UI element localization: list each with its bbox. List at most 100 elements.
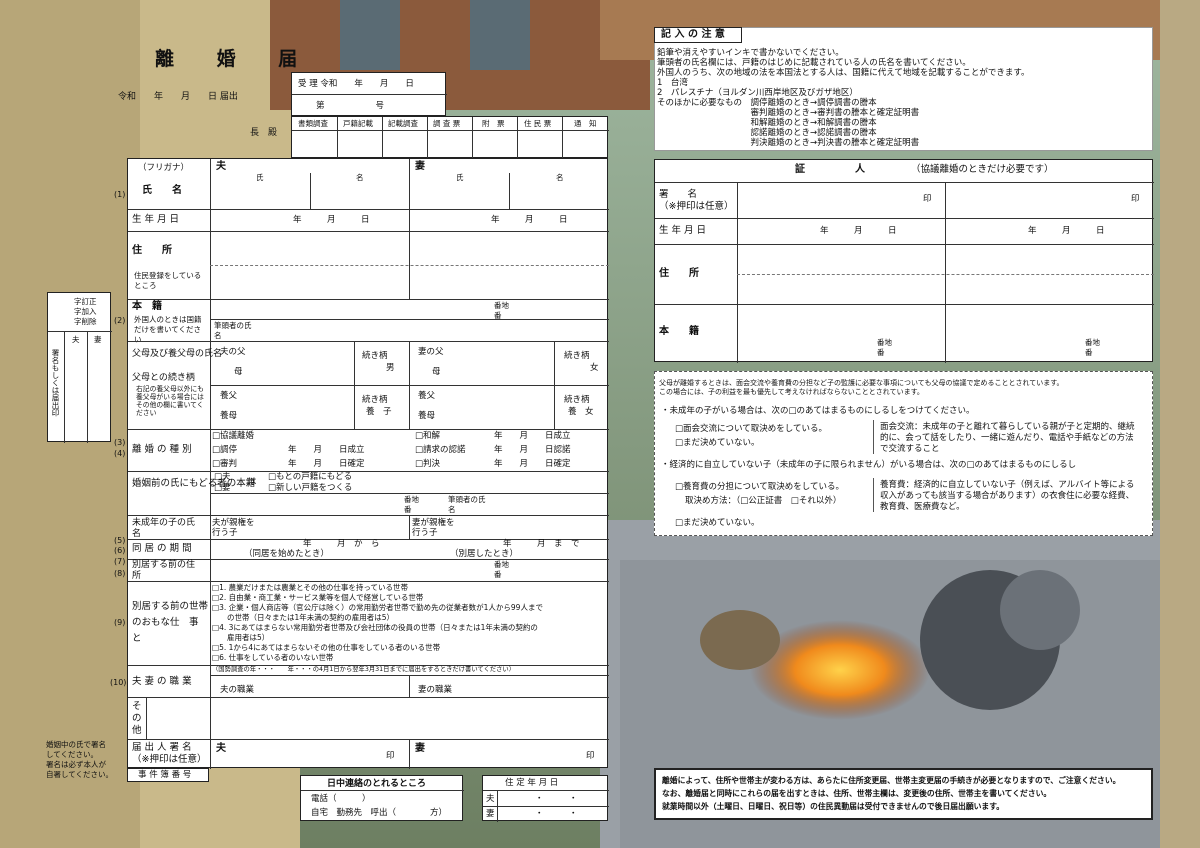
residence-wife: 妻 [486, 809, 495, 819]
type-kyogi[interactable]: □協議離婚 [212, 431, 254, 441]
type-shinpan[interactable]: □審判 [212, 459, 237, 469]
cohab-from: 年 月 か ら [303, 539, 380, 549]
household-6[interactable]: □6. 仕事をしている者のいない世帯 [212, 653, 333, 663]
wife-adopt-mother: 養母 [418, 411, 436, 421]
custody-q2-method[interactable]: 取決め方法：（□公正証書 □それ以外） [685, 496, 841, 506]
addressee: 長 殿 [250, 128, 278, 138]
restore-ban: 番 [404, 505, 412, 514]
custody-box: 父母が離婚するときは、面会交流や養育費の分担など子の監護に必要な事項についても父… [654, 371, 1153, 536]
note-3: 外国人のうち、次の地域の法を本国法とする人は、国籍に代えて地域を記載することがで… [657, 68, 1030, 78]
custody-q1-b[interactable]: □まだ決めていない。 [675, 438, 760, 448]
label-furigana: （フリガナ） [138, 163, 190, 173]
footer-note-2: してください。 [46, 750, 99, 759]
bottom-notice-1: 離婚によって、住所や世帯主が変わる方は、あらたに住所変更届、世帯主変更届の手続き… [662, 776, 1121, 785]
contact-box: 日中連絡のとれるところ 電話（ ） 自宅 勤務先 呼出（ 方） [300, 775, 464, 821]
gutter-10: (10) [110, 678, 127, 687]
custody-q1-a[interactable]: □面会交流について取決めをしている。 [675, 424, 827, 434]
wife-given: 名 [556, 173, 564, 182]
address-note: 住民登録をしているところ [134, 271, 202, 290]
household-3b: の世帯（日々または1年未満の契約の雇用者は5） [212, 613, 395, 622]
reception-date: 受 理 令和 年 月 日 [298, 79, 414, 89]
custody-q1-note-3: で交流すること [880, 444, 940, 454]
household-5[interactable]: □5. 1から4にあてはまらないその他の仕事をしている者のいる世帯 [212, 643, 440, 653]
gutter-4: (4) [114, 449, 126, 458]
occ-husband: 夫の職業 [220, 685, 255, 695]
reception-box: 受 理 令和 年 月 日 第 号 [291, 72, 447, 116]
signature-wife: 妻 [415, 743, 425, 754]
contact-where[interactable]: 自宅 勤務先 呼出（ 方） [311, 808, 447, 818]
restore-original[interactable]: □もとの戸籍にもどる [268, 472, 352, 482]
restore-head-name: 筆頭者の氏名 [448, 495, 486, 514]
restore-new[interactable]: □新しい戸籍をつくる [268, 483, 352, 493]
footer-note-4: 自署してください。 [46, 770, 114, 779]
witness-banchi-1: 番地 [877, 338, 892, 347]
contact-title: 日中連絡のとれるところ [327, 779, 427, 789]
signature-husband-seal: 印 [386, 751, 395, 761]
household-2[interactable]: □2. 自由業・商工業・サービス業等を個人で経営している世帯 [212, 593, 423, 603]
footer-note-3: 署名は必ず本人が [46, 760, 106, 769]
type-chotei-date: 年 月 日成立 [288, 445, 365, 455]
gutter-9: (9) [114, 618, 126, 627]
witness-seal-2: 印 [1131, 194, 1140, 204]
witness-birth-2: 年 月 日 [1028, 226, 1105, 236]
contact-phone[interactable]: 電話（ ） [311, 794, 371, 804]
husband-mother: 母 [234, 367, 243, 377]
honseki-head-name: 筆頭者の氏名 [214, 321, 252, 340]
label-name: 氏 名 [142, 185, 182, 196]
witness-birth-1: 年 月 日 [820, 226, 897, 236]
wife-female: 女 [590, 363, 599, 373]
witness-ban-1: 番 [877, 348, 885, 357]
residence-husband: 夫 [486, 794, 495, 804]
corr-2: 字加入 [74, 307, 97, 316]
type-nindaku[interactable]: □請求の認諾 [415, 445, 466, 455]
type-shinpan-date: 年 月 日確定 [288, 459, 365, 469]
note-1: 鉛筆や消えやすいインキで書かないでください。 [657, 48, 844, 58]
gutter-3: (3) [114, 438, 126, 447]
note-6: そのほかに必要なもの 調停離婚のとき→調停調書の謄本 [657, 98, 877, 108]
rec-col-4: 調 査 票 [433, 119, 461, 128]
label-divorce-type: 離 婚 の 種 別 [132, 444, 192, 455]
note-8: 和解離婚のとき→和解調書の謄本 [657, 118, 877, 128]
signature-husband: 夫 [216, 743, 226, 754]
wife-adopt-father: 養父 [418, 391, 436, 401]
husband-adopt-mother: 養母 [220, 411, 238, 421]
gutter-5: (5) [114, 536, 126, 545]
witness-ban-2: 番 [1085, 348, 1093, 357]
household-4[interactable]: □4. 3にあてはまらない常用勤労者世帯及び会社団体の役員の世帯（日々または1年… [212, 623, 538, 633]
witness-address: 住 所 [659, 268, 699, 279]
household-1[interactable]: □1. 農業だけまたは農業とその他の仕事を持っている世帯 [212, 583, 408, 593]
label-parents-rel: 父母との続き柄 [132, 373, 195, 383]
label-household: 別居する前の世帯のおもな仕 事 と [132, 601, 209, 644]
type-hanketsu[interactable]: □判決 [415, 459, 440, 469]
restore-wife[interactable]: □妻 [214, 483, 231, 493]
residence-title: 住 定 年 月 日 [505, 778, 559, 788]
household-3[interactable]: □3. 企業・個人商店等（官公庁は除く）の常用勤労者世帯で勤め先の従業者数が1人… [212, 603, 543, 613]
type-hanketsu-date: 年 月 日確定 [494, 459, 571, 469]
restore-husband[interactable]: □夫 [214, 472, 231, 482]
label-parents: 父母及び養父母の氏名 [132, 349, 223, 359]
household-4b: 雇用者は5） [212, 633, 270, 642]
bottom-notice-2: なお、離婚届と同時にこれらの届を出すときは、住所、世帯主欄は、変更後の住所、世帯… [662, 789, 1052, 798]
label-signature: 届 出 人 署 名 [132, 742, 192, 753]
seal-note: 署名もしくは届出印 [51, 349, 60, 417]
witness-seal-1: 印 [923, 194, 932, 204]
witness-sign-note: （※押印は任意） [659, 201, 734, 212]
honseki-banchi: 番地 [494, 301, 509, 310]
label-cohab: 同 居 の 期 間 [132, 543, 192, 554]
cohab-to: 年 月 ま で [503, 539, 580, 549]
witness-sign: 署 名 [659, 189, 698, 200]
cohab-to-note: （別居したとき） [450, 549, 519, 559]
type-chotei[interactable]: □調停 [212, 445, 237, 455]
custody-q2-a[interactable]: □養育費の分担について取決めをしている。 [675, 482, 844, 492]
corr-wife: 妻 [94, 335, 102, 344]
custody-q2-note-3: 教育費、医療費など。 [880, 502, 965, 512]
gutter-2: (2) [114, 316, 126, 325]
corr-3: 字削除 [74, 317, 97, 326]
witness-honseki: 本 籍 [659, 326, 699, 337]
residence-box: 住 定 年 月 日 夫 妻 ・ ・ ・ ・ [482, 775, 609, 822]
witness-birth: 生 年 月 日 [659, 225, 707, 236]
type-wakai[interactable]: □和解 [415, 431, 440, 441]
wife-mother: 母 [432, 367, 441, 377]
custody-q2-b[interactable]: □まだ決めていない。 [675, 518, 760, 528]
custody-q2: ・経済的に自立していない子（未成年の子に限られません）がいる場合は、次の□のあて… [661, 460, 1077, 470]
